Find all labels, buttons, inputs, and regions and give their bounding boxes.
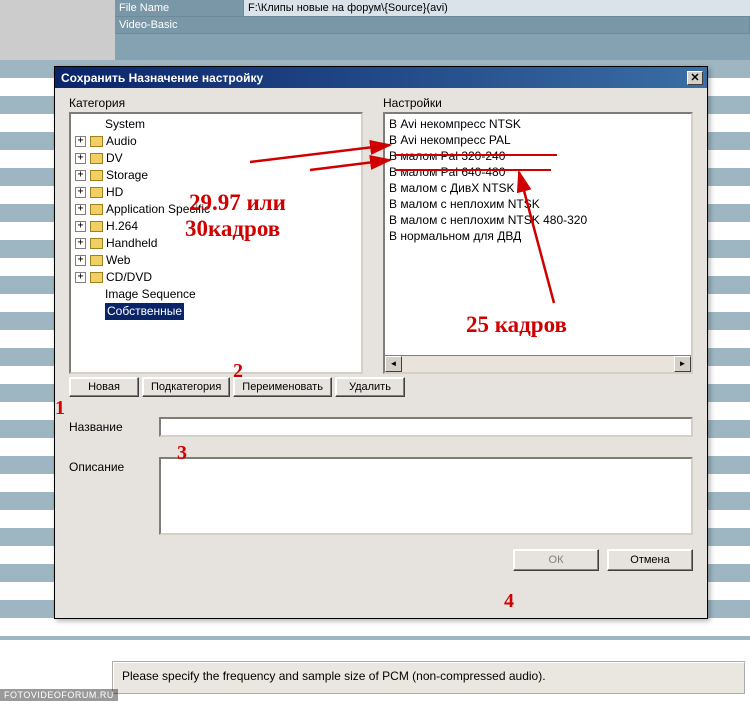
settings-label: Настройки xyxy=(383,96,693,110)
folder-icon xyxy=(90,187,103,198)
tree-item-label: Application Specific xyxy=(106,201,210,218)
settings-item[interactable]: В малом с неплохим NTSK 480-320 xyxy=(389,212,687,228)
tree-item[interactable]: + Audio xyxy=(75,133,361,150)
description-input[interactable] xyxy=(159,457,693,535)
expand-icon[interactable]: + xyxy=(75,136,86,147)
scroll-right-icon[interactable]: ► xyxy=(674,356,691,372)
expand-icon[interactable]: + xyxy=(75,187,86,198)
tree-item[interactable]: + CD/DVD xyxy=(75,269,361,286)
tree-item-label: System xyxy=(105,116,145,133)
tree-item-label: Собственные xyxy=(105,303,184,320)
tree-item-label: CD/DVD xyxy=(106,269,152,286)
folder-icon xyxy=(90,136,103,147)
folder-icon xyxy=(90,170,103,181)
tree-item[interactable]: + HD xyxy=(75,184,361,201)
settings-item[interactable]: В Avi некомпресс NTSK xyxy=(389,116,687,132)
video-basic-label: Video-Basic xyxy=(115,17,750,33)
expand-icon[interactable]: + xyxy=(75,221,86,232)
folder-icon xyxy=(90,221,103,232)
tree-item-label: Storage xyxy=(106,167,148,184)
scroll-left-icon[interactable]: ◄ xyxy=(385,356,402,372)
tree-item[interactable]: + Handheld xyxy=(75,235,361,252)
tree-item-label: Audio xyxy=(106,133,137,150)
dialog-titlebar[interactable]: Сохранить Назначение настройку ✕ xyxy=(55,67,707,88)
background-header: File Name F:\Клипы новые на форум\{Sourc… xyxy=(115,0,750,60)
filename-label: File Name xyxy=(115,0,244,16)
tree-item[interactable]: System xyxy=(75,116,361,133)
settings-item[interactable]: В малом с ДивХ NTSK xyxy=(389,180,687,196)
status-bar: Please specify the frequency and sample … xyxy=(112,661,746,695)
description-label: Описание xyxy=(69,457,159,474)
category-tree[interactable]: System + Audio + DV + Storage + HD + Application S… xyxy=(69,112,363,374)
close-button[interactable]: ✕ xyxy=(687,71,703,85)
expand-icon[interactable]: + xyxy=(75,238,86,249)
tree-item-label: H.264 xyxy=(106,218,138,235)
save-preset-dialog: Сохранить Назначение настройку ✕ Категор… xyxy=(54,66,708,619)
tree-item[interactable]: + Web xyxy=(75,252,361,269)
delete-button[interactable]: Удалить xyxy=(335,377,405,397)
horizontal-scrollbar[interactable]: ◄ ► xyxy=(385,355,691,372)
tree-item[interactable]: + Storage xyxy=(75,167,361,184)
cancel-button[interactable]: Отмена xyxy=(607,549,693,571)
tree-item[interactable]: + DV xyxy=(75,150,361,167)
subcategory-button[interactable]: Подкатегория xyxy=(142,377,230,397)
filename-value: F:\Клипы новые на форум\{Source}(avi) xyxy=(244,0,750,16)
tree-item-label: Handheld xyxy=(106,235,157,252)
folder-icon xyxy=(90,255,103,266)
settings-item[interactable]: В Avi некомпресс PAL xyxy=(389,132,687,148)
settings-item[interactable]: В нормальном для ДВД xyxy=(389,228,687,244)
watermark: FOTOVIDEOFORUM.RU xyxy=(0,689,118,701)
new-button[interactable]: Новая xyxy=(69,377,139,397)
category-label: Категория xyxy=(69,96,363,110)
name-label: Название xyxy=(69,417,159,434)
scroll-track[interactable] xyxy=(402,356,674,372)
tree-item-label: DV xyxy=(106,150,123,167)
settings-item[interactable]: В малом Pal 320-240 xyxy=(389,148,687,164)
expand-icon[interactable]: + xyxy=(75,272,86,283)
tree-item-label: HD xyxy=(106,184,123,201)
expand-icon[interactable]: + xyxy=(75,204,86,215)
tree-item[interactable]: Собственные xyxy=(75,303,361,320)
settings-item[interactable]: В малом с неплохим NTSK xyxy=(389,196,687,212)
annotation-underline-1 xyxy=(395,154,557,156)
tree-item[interactable]: Image Sequence xyxy=(75,286,361,303)
expand-icon[interactable]: + xyxy=(75,153,86,164)
annotation-underline-2 xyxy=(395,169,551,171)
tree-item[interactable]: + H.264 xyxy=(75,218,361,235)
tree-item-label: Web xyxy=(106,252,130,269)
expand-icon[interactable]: + xyxy=(75,170,86,181)
tree-item[interactable]: + Application Specific xyxy=(75,201,361,218)
folder-icon xyxy=(90,272,103,283)
dialog-title: Сохранить Назначение настройку xyxy=(61,71,263,85)
name-input[interactable] xyxy=(159,417,693,437)
folder-icon xyxy=(90,153,103,164)
folder-icon xyxy=(90,204,103,215)
settings-listbox[interactable]: В Avi некомпресс NTSKВ Avi некомпресс PA… xyxy=(383,112,693,374)
status-text: Please specify the frequency and sample … xyxy=(122,669,546,683)
tree-item-label: Image Sequence xyxy=(105,286,196,303)
folder-icon xyxy=(90,238,103,249)
expand-icon[interactable]: + xyxy=(75,255,86,266)
rename-button[interactable]: Переименовать xyxy=(233,377,332,397)
settings-item[interactable]: В малом Pal 640-480 xyxy=(389,164,687,180)
ok-button[interactable]: ОК xyxy=(513,549,599,571)
